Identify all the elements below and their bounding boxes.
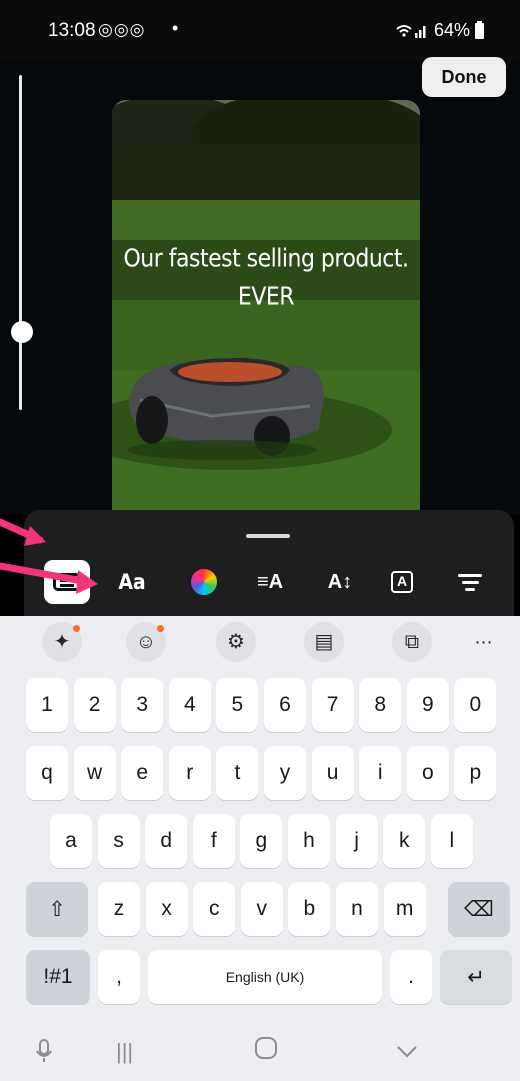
microphone-icon[interactable]	[36, 1039, 52, 1069]
key-y[interactable]: y	[264, 746, 306, 800]
key-r[interactable]: r	[168, 746, 211, 800]
done-button[interactable]: Done	[422, 57, 506, 97]
key-l[interactable]: l	[430, 814, 473, 868]
backspace-key[interactable]: ⌫	[448, 882, 510, 936]
translate-icon[interactable]: ⧉	[392, 622, 432, 662]
key-p[interactable]: p	[454, 746, 497, 800]
key-z[interactable]: z	[98, 882, 140, 936]
back-button[interactable]	[396, 1039, 418, 1065]
story-caption[interactable]: Our fastest selling product. EVER	[112, 240, 420, 316]
key-2[interactable]: 2	[73, 678, 116, 732]
gear-glyph: ⚙	[227, 631, 245, 653]
key-x[interactable]: x	[145, 882, 188, 936]
on-screen-keyboard: ✦ ☺ ⚙ ▤ ⧉ ⋯ 1234567890 qwertyuiop asdfghjk…	[0, 616, 520, 1081]
key-7[interactable]: 7	[311, 678, 354, 732]
keyboard-mode-glyph: ▤	[314, 631, 334, 653]
home-button[interactable]	[254, 1036, 278, 1066]
key-a[interactable]: a	[50, 814, 92, 868]
animate-icon-line-3	[465, 587, 475, 591]
text-background-icon: A	[391, 571, 413, 593]
more-glyph: ⋯	[474, 632, 494, 652]
symbols-key[interactable]: !#1	[26, 950, 90, 1004]
story-preview[interactable]: Our fastest selling product. EVER	[112, 100, 420, 515]
wifi-signal-icon	[396, 24, 426, 38]
key-e[interactable]: e	[121, 746, 164, 800]
key-c[interactable]: c	[193, 882, 236, 936]
status-time: 13:08	[48, 20, 96, 41]
system-nav-bar: |||	[0, 1031, 520, 1081]
key-f[interactable]: f	[192, 814, 235, 868]
animate-tool-button[interactable]	[448, 560, 492, 604]
color-tool-button[interactable]	[182, 560, 226, 604]
text-background-tool-button[interactable]: A	[380, 560, 424, 604]
enter-key[interactable]: ↵	[440, 950, 512, 1004]
key-h[interactable]: h	[288, 814, 330, 868]
battery-icon	[475, 20, 484, 39]
key-q[interactable]: q	[26, 746, 68, 800]
key-g[interactable]: g	[240, 814, 283, 868]
emoji-icon[interactable]: ☺	[126, 622, 166, 662]
key-o[interactable]: o	[406, 746, 449, 800]
panel-drag-handle[interactable]	[246, 534, 290, 538]
text-size-icon: A↕	[327, 570, 353, 593]
settings-gear-icon[interactable]: ⚙	[216, 622, 256, 662]
key-b[interactable]: b	[288, 882, 331, 936]
battery-percent: 64%	[433, 20, 470, 40]
key-0[interactable]: 0	[454, 678, 497, 732]
annotation-arrows	[0, 518, 98, 594]
caption-line-1: Our fastest selling product.	[123, 244, 409, 274]
more-options-icon[interactable]: ⋯	[464, 622, 504, 662]
animate-icon-line-2	[461, 580, 479, 584]
space-bar[interactable]: English (UK)	[148, 950, 382, 1004]
notification-badge	[73, 625, 80, 632]
key-j[interactable]: j	[335, 814, 378, 868]
key-n[interactable]: n	[336, 882, 378, 936]
keyboard-mode-icon[interactable]: ▤	[304, 622, 344, 662]
key-i[interactable]: i	[359, 746, 402, 800]
key-1[interactable]: 1	[26, 678, 68, 732]
sparkle-glyph: ✦	[53, 631, 71, 653]
shift-key[interactable]: ⇧	[26, 882, 88, 936]
key-u[interactable]: u	[311, 746, 354, 800]
keyboard-toolbar: ✦ ☺ ⚙ ▤ ⧉ ⋯	[0, 616, 520, 668]
key-k[interactable]: k	[383, 814, 426, 868]
caption-line-2: EVER	[237, 282, 295, 312]
key-9[interactable]: 9	[406, 678, 449, 732]
align-tool-button[interactable]: ≡A	[248, 560, 292, 604]
key-4[interactable]: 4	[168, 678, 211, 732]
translate-glyph: ⧉	[404, 631, 420, 653]
emoji-glyph: ☺	[135, 631, 157, 653]
key-8[interactable]: 8	[359, 678, 402, 732]
key-d[interactable]: d	[145, 814, 188, 868]
key-t[interactable]: t	[216, 746, 259, 800]
key-6[interactable]: 6	[264, 678, 306, 732]
color-wheel-icon	[191, 569, 217, 595]
align-icon: ≡A	[256, 570, 284, 593]
notification-badge	[157, 625, 164, 632]
key-s[interactable]: s	[97, 814, 140, 868]
text-size-slider-thumb[interactable]	[11, 321, 33, 343]
key-m[interactable]: m	[383, 882, 426, 936]
text-size-tool-button[interactable]: A↕	[318, 560, 362, 604]
status-bar: 13:08 ◎◎◎ • 64%	[0, 0, 520, 60]
key-3[interactable]: 3	[121, 678, 164, 732]
key-w[interactable]: w	[73, 746, 116, 800]
key-v[interactable]: v	[240, 882, 283, 936]
text-size-slider-track[interactable]	[19, 75, 22, 410]
key-5[interactable]: 5	[216, 678, 259, 732]
period-key[interactable]: .	[390, 950, 432, 1004]
animate-icon-line-1	[458, 573, 482, 577]
comma-key[interactable]: ,	[98, 950, 140, 1004]
recent-apps-button[interactable]: |||	[116, 1039, 133, 1065]
ai-sparkle-icon[interactable]: ✦	[42, 622, 82, 662]
notification-icons: ◎◎◎	[98, 20, 146, 39]
notification-dot: •	[172, 18, 179, 38]
status-right: 64%	[395, 20, 484, 41]
